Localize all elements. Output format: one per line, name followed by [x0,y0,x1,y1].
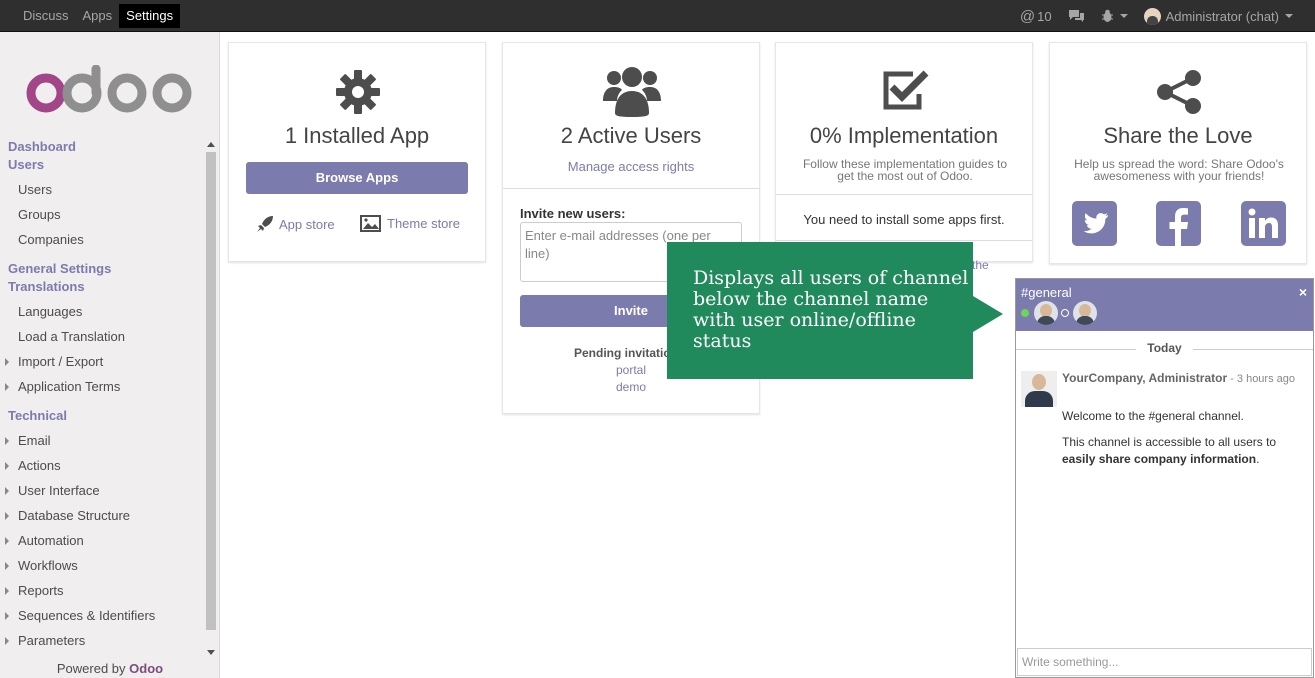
avatar [1143,7,1161,25]
powered-by-brand[interactable]: Odoo [129,661,163,676]
card-implementation: 0% Implementation Follow these implement… [775,42,1033,272]
sidebar-item-automation[interactable]: Automation [0,528,205,553]
chevron-down-icon [1119,14,1128,18]
chevron-down-icon [1285,14,1293,18]
manage-access-rights-link[interactable]: Manage access rights [503,159,759,174]
odoo-logo [26,65,192,113]
sidebar-item-email[interactable]: Email [0,428,205,453]
invite-label: Invite new users: [520,206,626,221]
chat-window: #general × Today YourCompany, Administra… [1015,278,1314,678]
implementation-title: 0% Implementation [809,123,999,148]
mentions-count: 10 [1037,8,1052,24]
author-name[interactable]: YourCompany, Administrator [1062,371,1227,385]
sidebar-item-load-a-translation[interactable]: Load a Translation [0,324,205,349]
user-name: Administrator (chat) [1165,8,1279,24]
scrollbar-thumb[interactable] [206,152,216,630]
sidebar-scrollbar[interactable] [205,140,217,660]
implementation-subtitle: Follow these implementation guides to ge… [802,157,1008,183]
sidebar-item-groups[interactable]: Groups [0,202,205,227]
feature-tooltip: Displays all users of channel below the … [667,242,1003,379]
messages-button[interactable] [1068,9,1085,23]
sidebar-item-companies[interactable]: Companies [0,227,205,252]
mentions-button[interactable]: @ 10 [1020,8,1052,25]
chat-bubbles-icon [1068,10,1084,22]
gear-icon [336,70,380,114]
share-icon [1157,70,1201,114]
sidebar-item-users[interactable]: Users [0,156,205,174]
sidebar-item-technical[interactable]: Technical [0,407,205,425]
debug-menu[interactable] [1101,9,1128,23]
pending-user-demo[interactable]: demo [503,380,759,394]
app-store-label: App store [279,216,335,232]
sidebar-item-reports[interactable]: Reports [0,578,205,603]
users-icon [603,67,661,117]
share-subtitle: Help us spread the word: Share Odoo's aw… [1074,157,1284,183]
sidebar-item-languages[interactable]: Languages [0,299,205,324]
day-separator: Today [1016,341,1313,355]
active-users-title: 2 Active Users [560,123,702,148]
chat-header[interactable]: #general × [1016,279,1313,331]
pending-invitations-label: Pending invitatio [574,346,671,360]
scroll-down-arrow-icon[interactable] [207,650,215,655]
top-navbar: Discuss Apps Settings @ 10 Administrator… [0,0,1315,32]
installed-apps-title: 1 Installed App [284,123,430,148]
powered-by-label: Powered by [56,661,130,676]
author-avatar[interactable] [1021,371,1057,407]
twitter-icon[interactable] [1072,201,1117,246]
message-welcome: Welcome to the #general channel. [1062,409,1244,423]
implementation-link-partial[interactable]: the [972,258,989,272]
sidebar-item-users[interactable]: Users [0,177,205,202]
install-apps-message: You need to install some apps first. [803,212,1005,227]
share-title: Share the Love [1103,123,1253,148]
facebook-icon[interactable] [1156,201,1201,246]
sidebar-item-import-export[interactable]: Import / Export [0,349,205,374]
message-author: YourCompany, Administrator - 3 hours ago [1062,371,1295,385]
sidebar-item-sequences-identifiers[interactable]: Sequences & Identifiers [0,603,205,628]
sidebar-item-workflows[interactable]: Workflows [0,553,205,578]
menu-discuss[interactable]: Discuss [16,4,76,28]
user-menu[interactable]: Administrator (chat) [1143,7,1293,25]
checkbox-icon [883,70,929,110]
message-text: This channel is accessible to all users … [1062,435,1277,449]
message-text-end: . [1256,452,1260,466]
app-menu: Discuss Apps Settings [16,4,181,28]
image-icon [360,215,381,232]
sidebar: Dashboard Users Users Groups Companies Genera… [0,32,220,678]
powered-by: Powered by Odoo [0,660,220,678]
bug-icon [1101,9,1113,22]
chat-composer-input[interactable]: Write something... [1017,648,1312,676]
online-status-dot [1021,309,1029,317]
sidebar-item-database-structure[interactable]: Database Structure [0,503,205,528]
card-installed-apps: 1 Installed App Browse Apps App store Th… [228,42,486,262]
sidebar-item-dashboard[interactable]: Dashboard [0,138,205,156]
menu-settings[interactable]: Settings [119,4,181,28]
tooltip-text: Displays all users of channel below the … [693,267,969,352]
offline-status-dot [1061,309,1069,317]
channel-name: #general [1021,285,1072,300]
message-time: - 3 hours ago [1227,373,1295,385]
theme-store-link[interactable]: Theme store [360,215,460,232]
message-bold-text: easily share company information [1062,452,1257,466]
sidebar-menu: Dashboard Users Users Groups Companies Genera… [0,138,205,653]
sidebar-item-application-terms[interactable]: Application Terms [0,374,205,399]
theme-store-label: Theme store [387,216,460,231]
channel-member-avatar[interactable] [1073,301,1097,325]
channel-member-avatar[interactable] [1034,301,1058,325]
sidebar-item-user-interface[interactable]: User Interface [0,478,205,503]
sidebar-item-actions[interactable]: Actions [0,453,205,478]
at-icon: @ [1019,7,1036,25]
message-body: This channel is accessible to all users … [1062,434,1307,468]
app-store-link[interactable]: App store [256,215,335,233]
rocket-icon [257,216,273,232]
sidebar-item-translations[interactable]: Translations [0,278,205,296]
sidebar-item-parameters[interactable]: Parameters [0,628,205,653]
card-share-the-love: Share the Love Help us spread the word: … [1049,42,1307,264]
close-icon[interactable]: × [1299,284,1307,300]
menu-apps[interactable]: Apps [76,4,120,28]
sidebar-item-general-settings[interactable]: General Settings [0,260,205,278]
browse-apps-button[interactable]: Browse Apps [246,162,468,194]
scroll-up-arrow-icon[interactable] [207,142,215,147]
linkedin-icon[interactable] [1241,201,1286,246]
